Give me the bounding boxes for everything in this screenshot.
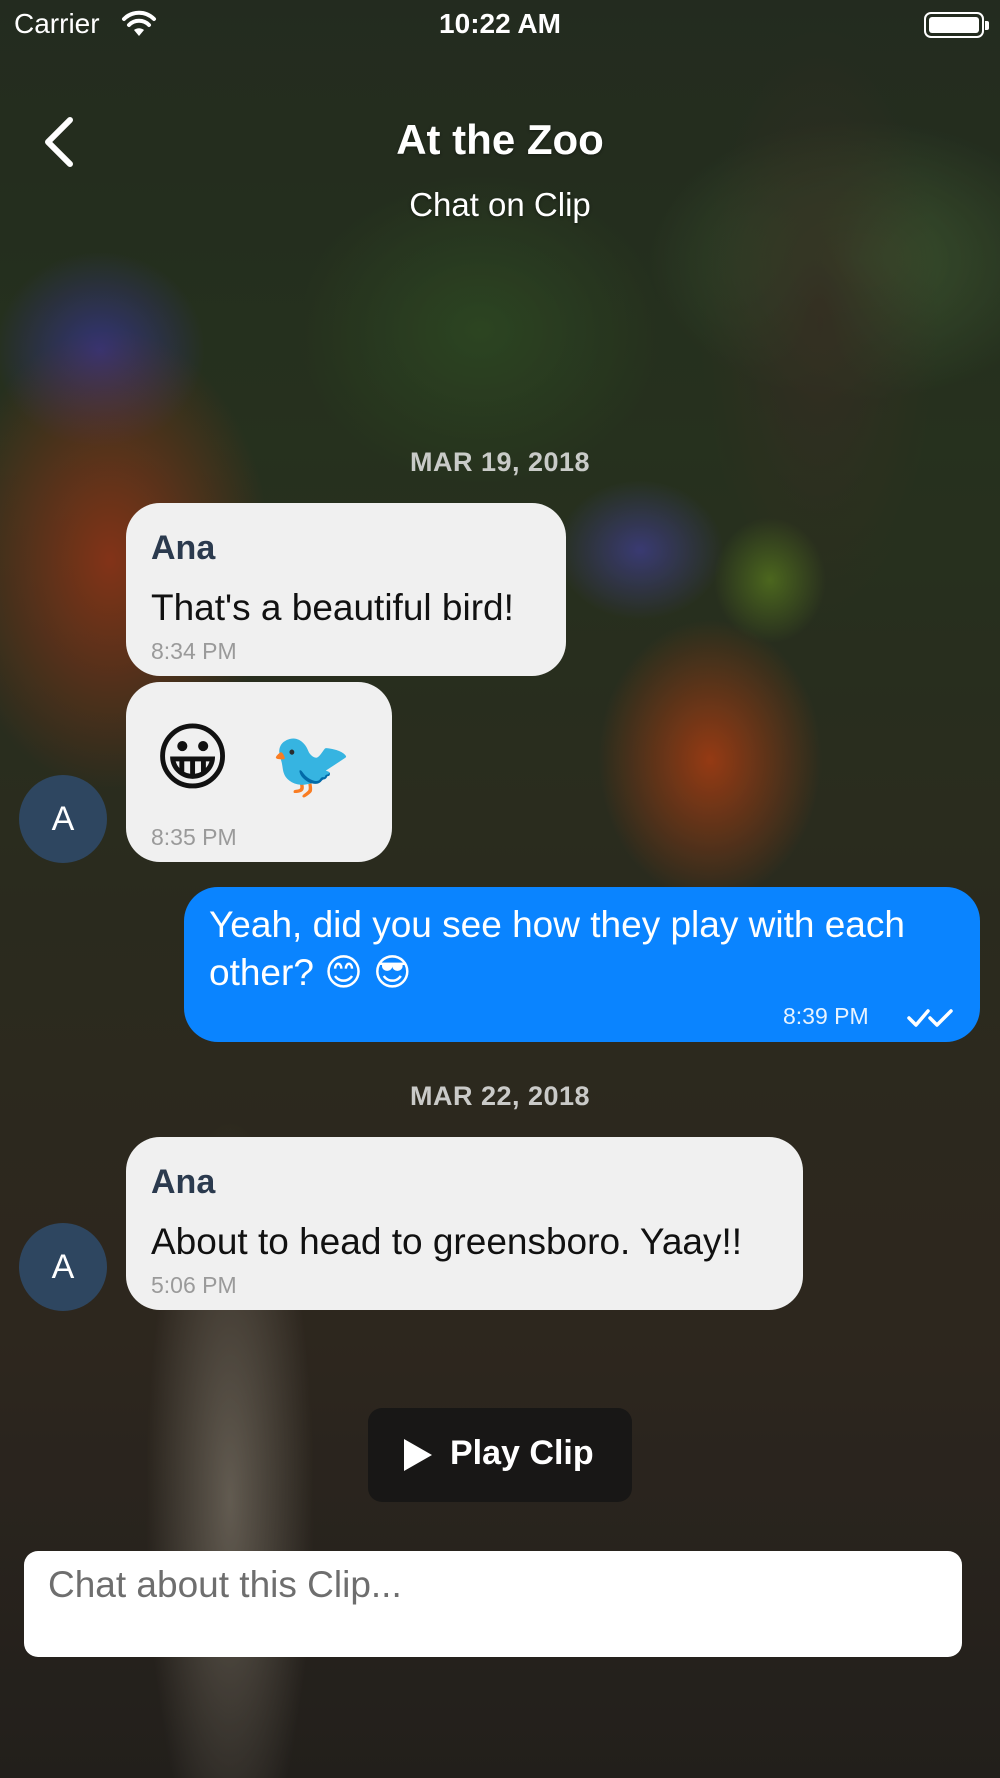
page-title: At the Zoo xyxy=(396,116,604,163)
status-time: 10:22 AM xyxy=(439,8,561,39)
message-text: That's a beautiful bird! xyxy=(151,587,514,628)
chat-input[interactable] xyxy=(24,1551,962,1657)
message-text-line: other? 😊 😎 xyxy=(209,952,412,993)
avatar[interactable]: A xyxy=(19,1223,107,1311)
message-time: 8:35 PM xyxy=(151,824,237,850)
avatar[interactable]: A xyxy=(19,775,107,863)
message-time: 8:39 PM xyxy=(783,1003,869,1029)
date-separator: MAR 19, 2018 xyxy=(409,447,591,477)
play-icon xyxy=(404,1439,432,1471)
message-text: About to head to greensboro. Yaay!! xyxy=(151,1221,743,1262)
play-clip-label: Play Clip xyxy=(450,1434,594,1472)
message-time: 8:34 PM xyxy=(151,638,237,664)
incoming-message-bubble[interactable]: Ana That's a beautiful bird! 8:34 PM xyxy=(126,503,566,676)
battery-icon xyxy=(924,12,989,38)
play-clip-button[interactable]: Play Clip xyxy=(368,1408,632,1502)
message-text-line: Yeah, did you see how they play with eac… xyxy=(209,904,905,945)
date-separator: MAR 22, 2018 xyxy=(409,1081,591,1111)
message-sender-name: Ana xyxy=(151,1163,216,1201)
grinning-face-emoji: 😀 xyxy=(154,716,232,799)
double-check-read-icon xyxy=(907,1009,953,1027)
outgoing-message-bubble[interactable]: Yeah, did you see how they play with eac… xyxy=(184,887,980,1042)
status-bar: Carrier 10:22 AM xyxy=(0,0,1000,50)
message-sender-name: Ana xyxy=(151,529,216,567)
bird-emoji: 🐦 xyxy=(270,727,353,801)
incoming-emoji-message-bubble[interactable]: 😀 🐦 8:35 PM xyxy=(126,682,392,862)
page-subtitle: Chat on Clip xyxy=(409,186,591,223)
incoming-message-bubble[interactable]: Ana About to head to greensboro. Yaay!! … xyxy=(126,1137,803,1310)
message-time: 5:06 PM xyxy=(151,1272,237,1298)
